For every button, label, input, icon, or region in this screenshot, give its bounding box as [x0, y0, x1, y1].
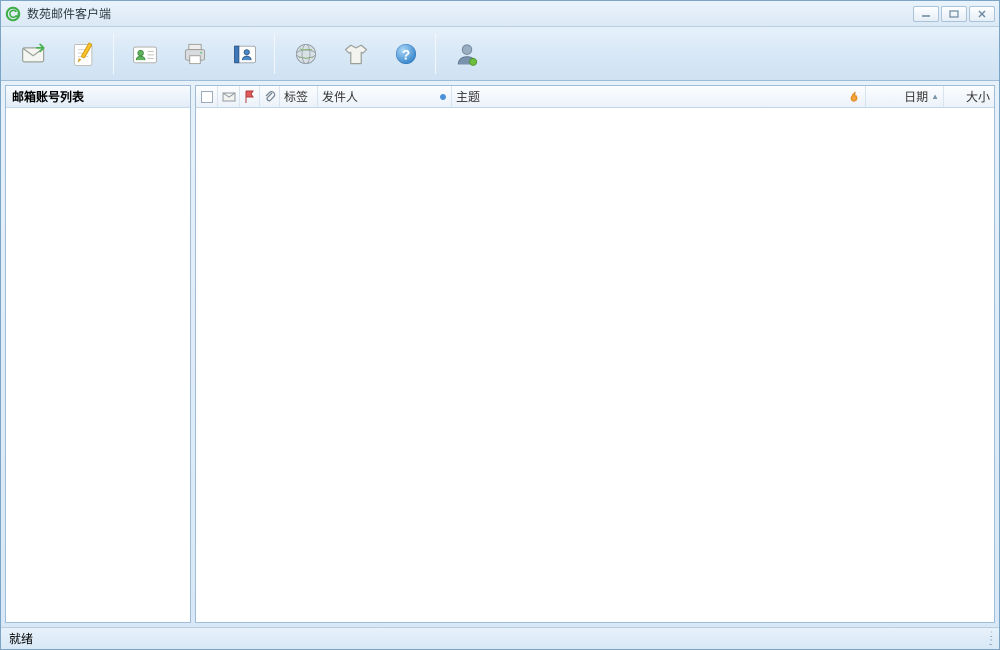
globe-icon: [292, 40, 320, 68]
compose-icon: [70, 40, 98, 68]
maximize-button[interactable]: [941, 6, 967, 22]
window-title: 数苑邮件客户端: [27, 5, 111, 22]
col-subject[interactable]: 主题: [452, 86, 866, 107]
col-flag[interactable]: [240, 86, 260, 107]
address-book-icon: [231, 40, 259, 68]
address-book-button[interactable]: [220, 32, 270, 76]
toolbar-separator: [274, 34, 275, 74]
web-button[interactable]: [281, 32, 331, 76]
contacts-button[interactable]: [120, 32, 170, 76]
app-window: 数苑邮件客户端: [0, 0, 1000, 650]
flag-icon: [243, 90, 257, 104]
skin-button[interactable]: [331, 32, 381, 76]
status-text: 就绪: [9, 630, 33, 647]
title-bar: 数苑邮件客户端: [1, 1, 999, 27]
col-read-status[interactable]: [218, 86, 240, 107]
sidebar-header-label: 邮箱账号列表: [12, 88, 84, 105]
col-sender[interactable]: 发件人: [318, 86, 452, 107]
col-size[interactable]: 大小: [944, 86, 994, 107]
receive-mail-button[interactable]: [9, 32, 59, 76]
print-button[interactable]: [170, 32, 220, 76]
help-button[interactable]: ?: [381, 32, 431, 76]
status-bar: 就绪 .:.::: [1, 627, 999, 649]
svg-text:?: ?: [402, 46, 411, 62]
col-attachment[interactable]: [260, 86, 280, 107]
content-area: 邮箱账号列表 标签 发件人: [1, 81, 999, 627]
col-tag-label: 标签: [284, 88, 308, 105]
col-subject-label: 主题: [456, 88, 480, 105]
sort-asc-icon: ▲: [931, 92, 939, 101]
compose-mail-button[interactable]: [59, 32, 109, 76]
col-date[interactable]: 日期 ▲: [866, 86, 944, 107]
printer-icon: [181, 40, 209, 68]
dot-blue-icon: [439, 93, 447, 101]
toolbar-separator: [435, 34, 436, 74]
user-icon: [453, 40, 481, 68]
sidebar-panel: 邮箱账号列表: [5, 85, 191, 623]
message-list[interactable]: [196, 108, 994, 622]
column-headers: 标签 发件人 主题 日期 ▲ 大小: [196, 86, 994, 108]
col-date-label: 日期: [904, 88, 928, 105]
app-icon: [5, 6, 21, 22]
toolbar-separator: [113, 34, 114, 74]
col-checkbox[interactable]: [196, 86, 218, 107]
col-tag[interactable]: 标签: [280, 86, 318, 107]
minimize-button[interactable]: [913, 6, 939, 22]
account-list[interactable]: [6, 108, 190, 622]
message-list-panel: 标签 发件人 主题 日期 ▲ 大小: [195, 85, 995, 623]
tshirt-icon: [342, 40, 370, 68]
contact-card-icon: [131, 40, 159, 68]
col-sender-label: 发件人: [322, 88, 358, 105]
resize-grip[interactable]: .:.::: [989, 631, 991, 647]
envelope-icon: [222, 90, 236, 104]
sidebar-header: 邮箱账号列表: [6, 86, 190, 108]
fire-icon: [849, 91, 861, 103]
main-toolbar: ?: [1, 27, 999, 81]
envelope-in-icon: [20, 40, 48, 68]
help-icon: ?: [392, 40, 420, 68]
paperclip-icon: [263, 90, 277, 104]
col-size-label: 大小: [966, 88, 990, 105]
user-button[interactable]: [442, 32, 492, 76]
close-button[interactable]: [969, 6, 995, 22]
